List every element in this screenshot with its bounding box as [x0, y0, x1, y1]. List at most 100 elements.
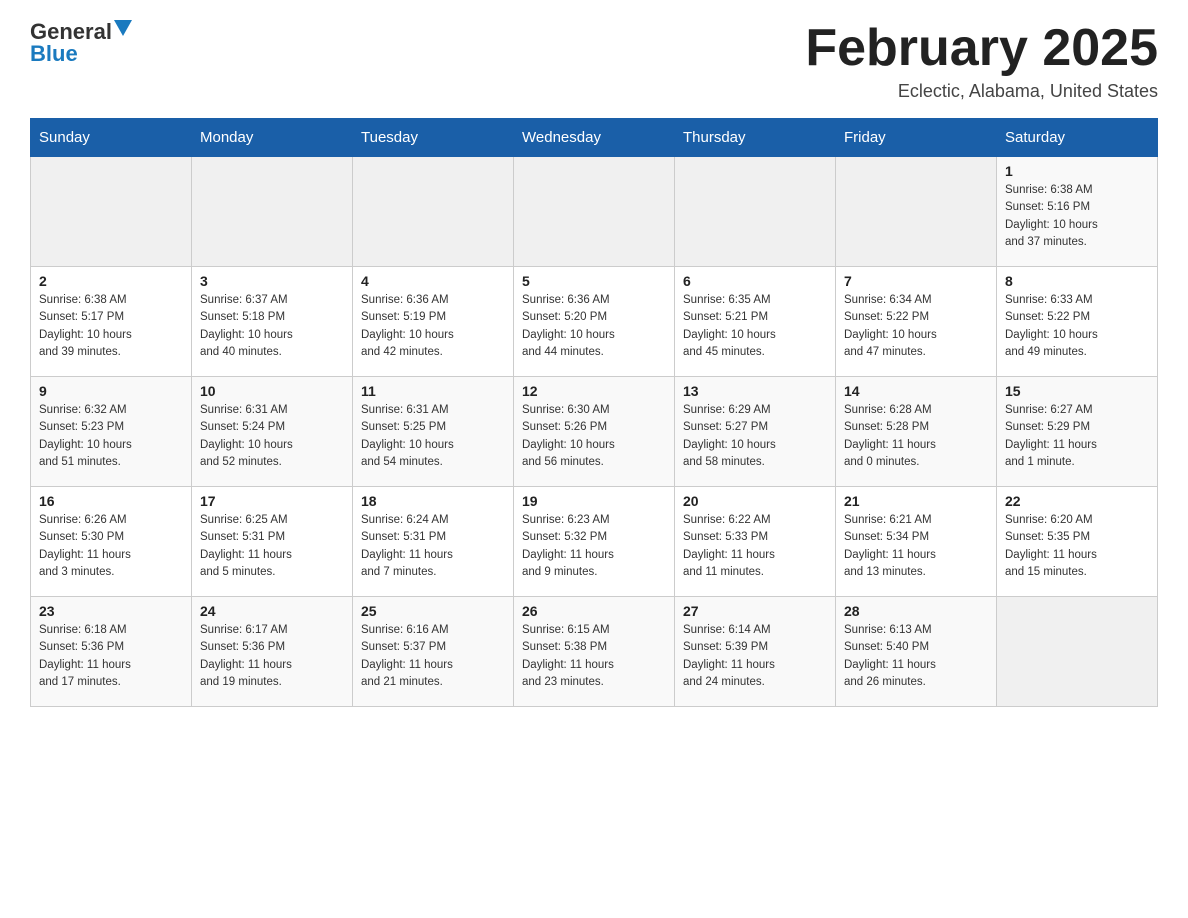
calendar-cell: 23 Sunrise: 6:18 AMSunset: 5:36 PMDayligh…	[31, 597, 192, 707]
day-number: 28	[844, 603, 988, 619]
calendar-cell: 2 Sunrise: 6:38 AMSunset: 5:17 PMDaylight…	[31, 267, 192, 377]
day-info: Sunrise: 6:14 AMSunset: 5:39 PMDaylight:…	[683, 622, 827, 691]
day-info: Sunrise: 6:36 AMSunset: 5:19 PMDaylight:…	[361, 292, 505, 361]
day-number: 14	[844, 383, 988, 399]
month-title: February 2025	[805, 20, 1158, 77]
weekday-header-monday: Monday	[192, 119, 353, 157]
week-row-5: 23 Sunrise: 6:18 AMSunset: 5:36 PMDayligh…	[31, 597, 1158, 707]
calendar-cell: 12 Sunrise: 6:30 AMSunset: 5:26 PMDayligh…	[514, 377, 675, 487]
logo-triangle-icon	[114, 20, 132, 36]
logo: General Blue	[30, 20, 132, 67]
day-number: 9	[39, 383, 183, 399]
day-number: 18	[361, 493, 505, 509]
calendar-cell: 8Sunrise: 6:33 AMSunset: 5:22 PMDaylight…	[997, 267, 1158, 377]
day-info: Sunrise: 6:21 AMSunset: 5:34 PMDaylight:…	[844, 512, 988, 581]
calendar-cell: 15Sunrise: 6:27 AMSunset: 5:29 PMDayligh…	[997, 377, 1158, 487]
calendar-cell: 16 Sunrise: 6:26 AMSunset: 5:30 PMDayligh…	[31, 487, 192, 597]
calendar-cell	[353, 157, 514, 267]
day-number: 25	[361, 603, 505, 619]
calendar-cell: 7 Sunrise: 6:34 AMSunset: 5:22 PMDaylight…	[836, 267, 997, 377]
week-row-4: 16 Sunrise: 6:26 AMSunset: 5:30 PMDayligh…	[31, 487, 1158, 597]
calendar-cell: 25 Sunrise: 6:16 AMSunset: 5:37 PMDayligh…	[353, 597, 514, 707]
day-info: Sunrise: 6:20 AMSunset: 5:35 PMDaylight:…	[1005, 512, 1149, 581]
day-info: Sunrise: 6:31 AMSunset: 5:25 PMDaylight:…	[361, 402, 505, 471]
calendar-cell: 17 Sunrise: 6:25 AMSunset: 5:31 PMDayligh…	[192, 487, 353, 597]
calendar-cell: 11 Sunrise: 6:31 AMSunset: 5:25 PMDayligh…	[353, 377, 514, 487]
weekday-header-row: SundayMondayTuesdayWednesdayThursdayFrid…	[31, 119, 1158, 157]
calendar-cell: 18 Sunrise: 6:24 AMSunset: 5:31 PMDayligh…	[353, 487, 514, 597]
calendar-cell: 28 Sunrise: 6:13 AMSunset: 5:40 PMDayligh…	[836, 597, 997, 707]
calendar-cell: 26Sunrise: 6:15 AMSunset: 5:38 PMDayligh…	[514, 597, 675, 707]
page-header: General Blue February 2025 Eclectic, Ala…	[30, 20, 1158, 102]
day-number: 16	[39, 493, 183, 509]
calendar-cell: 19 Sunrise: 6:23 AMSunset: 5:32 PMDayligh…	[514, 487, 675, 597]
day-info: Sunrise: 6:18 AMSunset: 5:36 PMDaylight:…	[39, 622, 183, 691]
day-number: 24	[200, 603, 344, 619]
day-info: Sunrise: 6:23 AMSunset: 5:32 PMDaylight:…	[522, 512, 666, 581]
day-info: Sunrise: 6:22 AMSunset: 5:33 PMDaylight:…	[683, 512, 827, 581]
day-number: 17	[200, 493, 344, 509]
calendar-cell: 1Sunrise: 6:38 AMSunset: 5:16 PMDaylight…	[997, 157, 1158, 267]
day-info: Sunrise: 6:28 AMSunset: 5:28 PMDaylight:…	[844, 402, 988, 471]
day-number: 20	[683, 493, 827, 509]
day-number: 21	[844, 493, 988, 509]
day-number: 27	[683, 603, 827, 619]
day-number: 13	[683, 383, 827, 399]
day-info: Sunrise: 6:31 AMSunset: 5:24 PMDaylight:…	[200, 402, 344, 471]
day-number: 2	[39, 273, 183, 289]
day-info: Sunrise: 6:35 AMSunset: 5:21 PMDaylight:…	[683, 292, 827, 361]
day-info: Sunrise: 6:29 AMSunset: 5:27 PMDaylight:…	[683, 402, 827, 471]
calendar-table: SundayMondayTuesdayWednesdayThursdayFrid…	[30, 118, 1158, 707]
calendar-cell: 13 Sunrise: 6:29 AMSunset: 5:27 PMDayligh…	[675, 377, 836, 487]
calendar-cell: 27 Sunrise: 6:14 AMSunset: 5:39 PMDayligh…	[675, 597, 836, 707]
calendar-cell: 5Sunrise: 6:36 AMSunset: 5:20 PMDaylight…	[514, 267, 675, 377]
calendar-cell	[836, 157, 997, 267]
weekday-header-thursday: Thursday	[675, 119, 836, 157]
day-info: Sunrise: 6:33 AMSunset: 5:22 PMDaylight:…	[1005, 292, 1149, 361]
day-info: Sunrise: 6:16 AMSunset: 5:37 PMDaylight:…	[361, 622, 505, 691]
weekday-header-wednesday: Wednesday	[514, 119, 675, 157]
day-number: 22	[1005, 493, 1149, 509]
day-info: Sunrise: 6:25 AMSunset: 5:31 PMDaylight:…	[200, 512, 344, 581]
week-row-3: 9 Sunrise: 6:32 AMSunset: 5:23 PMDaylight…	[31, 377, 1158, 487]
calendar-cell	[31, 157, 192, 267]
day-number: 3	[200, 273, 344, 289]
day-number: 19	[522, 493, 666, 509]
day-info: Sunrise: 6:24 AMSunset: 5:31 PMDaylight:…	[361, 512, 505, 581]
day-number: 7	[844, 273, 988, 289]
calendar-cell: 10 Sunrise: 6:31 AMSunset: 5:24 PMDayligh…	[192, 377, 353, 487]
calendar-cell: 20 Sunrise: 6:22 AMSunset: 5:33 PMDayligh…	[675, 487, 836, 597]
day-info: Sunrise: 6:17 AMSunset: 5:36 PMDaylight:…	[200, 622, 344, 691]
calendar-cell: 3 Sunrise: 6:37 AMSunset: 5:18 PMDaylight…	[192, 267, 353, 377]
calendar-cell: 22 Sunrise: 6:20 AMSunset: 5:35 PMDayligh…	[997, 487, 1158, 597]
logo-general: General	[30, 21, 112, 43]
day-number: 5	[522, 273, 666, 289]
day-number: 1	[1005, 163, 1149, 179]
calendar-cell: 9 Sunrise: 6:32 AMSunset: 5:23 PMDaylight…	[31, 377, 192, 487]
day-info: Sunrise: 6:38 AMSunset: 5:17 PMDaylight:…	[39, 292, 183, 361]
calendar-cell: 24 Sunrise: 6:17 AMSunset: 5:36 PMDayligh…	[192, 597, 353, 707]
weekday-header-friday: Friday	[836, 119, 997, 157]
calendar-cell: 4 Sunrise: 6:36 AMSunset: 5:19 PMDaylight…	[353, 267, 514, 377]
week-row-2: 2 Sunrise: 6:38 AMSunset: 5:17 PMDaylight…	[31, 267, 1158, 377]
day-info: Sunrise: 6:30 AMSunset: 5:26 PMDaylight:…	[522, 402, 666, 471]
day-number: 6	[683, 273, 827, 289]
day-number: 11	[361, 383, 505, 399]
week-row-1: 1Sunrise: 6:38 AMSunset: 5:16 PMDaylight…	[31, 157, 1158, 267]
day-number: 12	[522, 383, 666, 399]
day-info: Sunrise: 6:37 AMSunset: 5:18 PMDaylight:…	[200, 292, 344, 361]
calendar-cell	[192, 157, 353, 267]
calendar-cell	[675, 157, 836, 267]
calendar-cell: 21 Sunrise: 6:21 AMSunset: 5:34 PMDayligh…	[836, 487, 997, 597]
weekday-header-tuesday: Tuesday	[353, 119, 514, 157]
day-number: 10	[200, 383, 344, 399]
day-number: 23	[39, 603, 183, 619]
day-info: Sunrise: 6:13 AMSunset: 5:40 PMDaylight:…	[844, 622, 988, 691]
day-info: Sunrise: 6:34 AMSunset: 5:22 PMDaylight:…	[844, 292, 988, 361]
day-info: Sunrise: 6:27 AMSunset: 5:29 PMDaylight:…	[1005, 402, 1149, 471]
calendar-cell	[997, 597, 1158, 707]
weekday-header-saturday: Saturday	[997, 119, 1158, 157]
day-info: Sunrise: 6:32 AMSunset: 5:23 PMDaylight:…	[39, 402, 183, 471]
day-info: Sunrise: 6:26 AMSunset: 5:30 PMDaylight:…	[39, 512, 183, 581]
day-number: 4	[361, 273, 505, 289]
